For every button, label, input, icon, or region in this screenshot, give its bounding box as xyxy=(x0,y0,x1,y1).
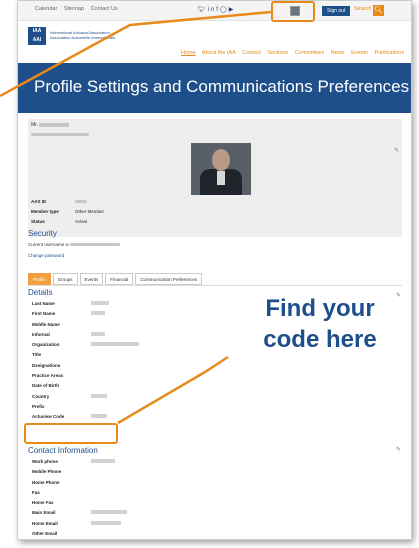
callout-arrows xyxy=(0,10,272,425)
arrow-to-code xyxy=(117,355,229,425)
arrow-to-avatar xyxy=(0,10,272,98)
callout-line-1: Find your xyxy=(265,295,375,322)
find-your-code-callout: Find your code here xyxy=(225,293,415,355)
callout-line-2: code here xyxy=(263,326,377,353)
